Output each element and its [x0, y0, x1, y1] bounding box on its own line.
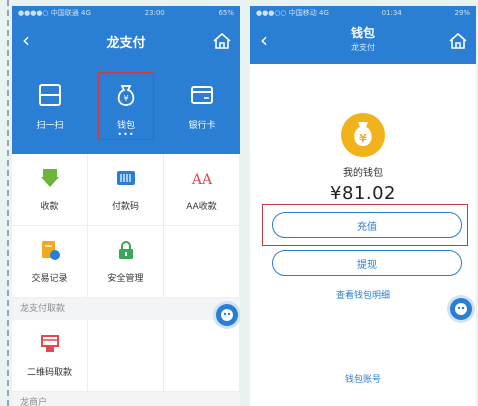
battery-text: 65%: [218, 9, 234, 17]
time-text: 23:00: [144, 9, 165, 17]
carrier-text: ●●●○○ 中国移动 4G: [256, 9, 329, 17]
wallet-coin-icon: ¥: [341, 113, 385, 157]
left-phone-screen: ●●●●○ 中国联通 4G 23:00 65% ‹ 龙支付 扫一扫 ¥ 钱包 •…: [12, 6, 240, 406]
home-icon[interactable]: [448, 32, 468, 50]
bank-card-label: 银行卡: [188, 121, 216, 131]
wallet-label: 我的钱包: [343, 168, 383, 179]
lock-icon: [118, 241, 133, 259]
section-header-withdraw: 龙支付取款: [12, 298, 240, 320]
floating-assistant-button[interactable]: [216, 304, 238, 326]
grid-item-label: AA收款: [186, 202, 217, 212]
time-text: 01:34: [381, 9, 402, 17]
grid-item-security[interactable]: 安全管理: [88, 226, 164, 298]
page-subtitle: 龙支付: [351, 43, 375, 52]
wallet-account-link[interactable]: 钱包账号: [250, 372, 476, 385]
function-grid: 收款 付款码 AA AA收款 交易记录 安全管理: [12, 154, 240, 298]
grid-item-aa[interactable]: AA AA收款: [164, 154, 240, 226]
wallet-summary: ¥ 我的钱包 ¥81.02: [250, 112, 476, 204]
status-bar: ●●●○○ 中国移动 4G 01:34 29%: [250, 6, 476, 20]
grid-item-label: 付款码: [111, 202, 139, 212]
receive-icon: [40, 169, 59, 187]
svg-text:AA: AA: [191, 172, 213, 188]
highlight-box: [98, 72, 154, 140]
wallet-button[interactable]: ¥ 钱包 •••: [88, 64, 164, 154]
page-title: 龙支付: [106, 36, 146, 51]
top-actions: 扫一扫 ¥ 钱包 ••• 银行卡: [12, 64, 240, 154]
bank-card-icon: [191, 86, 213, 104]
grid-item-paycode[interactable]: 付款码: [88, 154, 164, 226]
scan-button[interactable]: 扫一扫: [12, 64, 88, 154]
barcode-icon: [116, 171, 135, 185]
assistant-face-icon: [455, 303, 467, 315]
recharge-button[interactable]: 充值: [272, 212, 462, 238]
carrier-text: ●●●●○ 中国联通 4G: [18, 9, 91, 17]
withdraw-grid: 二维码取款: [12, 320, 240, 392]
scan-label: 扫一扫: [36, 121, 64, 131]
wallet-balance: ¥81.02: [330, 183, 396, 204]
margin-dashed-line: [7, 0, 9, 406]
svg-text:¥: ¥: [359, 132, 367, 145]
grid-item-records[interactable]: 交易记录: [12, 226, 88, 298]
bank-card-button[interactable]: 银行卡: [164, 64, 240, 154]
grid-item-receive[interactable]: 收款: [12, 154, 88, 226]
grid-item-empty: [164, 320, 240, 392]
wallet-detail-link[interactable]: 查看钱包明细: [250, 288, 476, 301]
floating-assistant-button[interactable]: [450, 298, 472, 320]
status-bar: ●●●●○ 中国联通 4G 23:00 65%: [12, 6, 240, 20]
right-phone-screen: ●●●○○ 中国移动 4G 01:34 29% ‹ 钱包 龙支付 ¥ 我的钱包 …: [250, 6, 476, 406]
grid-item-qr-withdraw[interactable]: 二维码取款: [12, 320, 88, 392]
record-icon: [41, 241, 60, 260]
nav-bar: ‹ 钱包 龙支付: [250, 20, 476, 64]
grid-item-label: 安全管理: [107, 274, 144, 284]
withdraw-button[interactable]: 提现: [272, 250, 462, 276]
grid-item-label: 交易记录: [31, 274, 68, 284]
scan-icon: [39, 84, 61, 106]
grid-item-empty: [88, 320, 164, 392]
grid-item-empty: [164, 226, 240, 298]
assistant-face-icon: [221, 309, 233, 321]
battery-text: 29%: [454, 9, 470, 17]
page-title: 钱包: [350, 26, 375, 40]
grid-item-label: 收款: [40, 202, 59, 212]
grid-item-label: 二维码取款: [26, 368, 72, 378]
section-header-merchant: 龙商户: [12, 392, 240, 406]
nav-bar: ‹ 龙支付: [12, 20, 240, 64]
aa-icon: AA: [191, 172, 213, 188]
home-icon[interactable]: [212, 32, 232, 50]
qr-withdraw-icon: [40, 335, 59, 352]
